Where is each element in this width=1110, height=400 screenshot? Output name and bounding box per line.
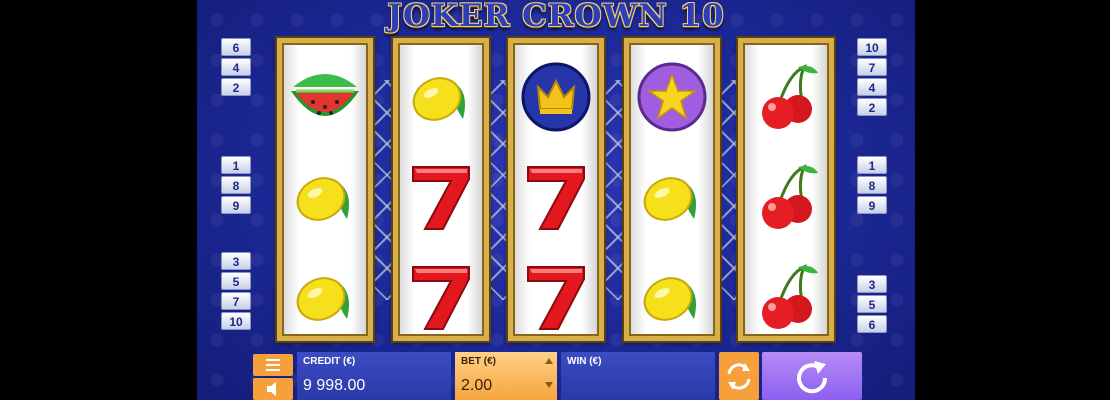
payline-badge[interactable]: 5 <box>857 295 887 313</box>
spin-icon <box>797 361 828 394</box>
bet-value: 2.00 <box>461 377 493 394</box>
bet-decrease-icon[interactable] <box>545 382 553 388</box>
crown-icon <box>516 57 596 137</box>
star-icon <box>632 57 712 137</box>
reel-4 <box>624 38 720 341</box>
payline-badge[interactable]: 8 <box>857 176 887 194</box>
seven-icon <box>401 157 481 237</box>
lemon-icon <box>401 57 481 137</box>
payline-badge[interactable]: 4 <box>221 58 251 76</box>
lemon-icon <box>632 257 712 337</box>
sound-button[interactable] <box>253 378 293 400</box>
payline-badge[interactable]: 4 <box>857 78 887 96</box>
payline-badge[interactable]: 2 <box>857 98 887 116</box>
payline-badge[interactable]: 3 <box>221 252 251 270</box>
payline-badge[interactable]: 5 <box>221 272 251 290</box>
payline-badge[interactable]: 10 <box>221 312 251 330</box>
credit-panel: CREDIT (€) 9 998.00 <box>297 352 451 400</box>
autoplay-button[interactable] <box>719 352 759 400</box>
credit-label: CREDIT (€) <box>303 356 356 367</box>
win-panel: WIN (€) <box>561 352 715 400</box>
payline-group: 6 4 2 <box>221 38 251 98</box>
payline-badge[interactable]: 10 <box>857 38 887 56</box>
credit-value: 9 998.00 <box>303 377 366 394</box>
seven-icon <box>401 257 481 337</box>
lemon-icon <box>285 257 365 337</box>
watermelon-icon <box>285 57 365 137</box>
bet-label: BET (€) <box>461 356 496 367</box>
bet-increase-icon[interactable] <box>545 358 553 364</box>
payline-group: 10 7 4 2 <box>857 38 887 118</box>
control-bar: CREDIT (€) 9 998.00 BET (€) 2.00 WIN (€) <box>197 352 915 400</box>
payline-badge[interactable]: 8 <box>221 176 251 194</box>
payline-badge[interactable]: 7 <box>857 58 887 76</box>
game-area: JOKER CROWN 10 6 4 2 1 8 9 3 5 7 10 10 7 4 2 1 8 9 3 5 6 C… <box>197 0 915 400</box>
menu-icon <box>266 359 280 371</box>
cherry-icon <box>746 257 826 337</box>
payline-badge[interactable]: 6 <box>857 315 887 333</box>
speaker-icon <box>267 382 276 396</box>
payline-group: 3 5 7 10 <box>221 252 251 332</box>
cherry-icon <box>746 57 826 137</box>
payline-badge[interactable]: 1 <box>221 156 251 174</box>
lemon-icon <box>285 157 365 237</box>
payline-badge[interactable]: 7 <box>221 292 251 310</box>
payline-badge[interactable]: 1 <box>857 156 887 174</box>
seven-icon <box>516 157 596 237</box>
payline-badge[interactable]: 3 <box>857 275 887 293</box>
lemon-icon <box>632 157 712 237</box>
game-title: JOKER CROWN 10 <box>387 0 725 34</box>
autoplay-icon <box>727 363 751 390</box>
bet-panel[interactable]: BET (€) 2.00 <box>455 352 557 400</box>
cherry-icon <box>746 157 826 237</box>
reel-2 <box>393 38 489 341</box>
payline-badge[interactable]: 9 <box>857 196 887 214</box>
win-label: WIN (€) <box>567 356 602 367</box>
payline-group: 3 5 6 <box>857 275 887 335</box>
menu-button[interactable] <box>253 354 293 376</box>
payline-group: 1 8 9 <box>857 156 887 216</box>
payline-group: 1 8 9 <box>221 156 251 216</box>
payline-badge[interactable]: 6 <box>221 38 251 56</box>
reel-5 <box>738 38 834 341</box>
spin-button[interactable] <box>762 352 862 400</box>
payline-badge[interactable]: 9 <box>221 196 251 214</box>
reel-1 <box>277 38 373 341</box>
reel-3 <box>508 38 604 341</box>
payline-badge[interactable]: 2 <box>221 78 251 96</box>
seven-icon <box>516 257 596 337</box>
